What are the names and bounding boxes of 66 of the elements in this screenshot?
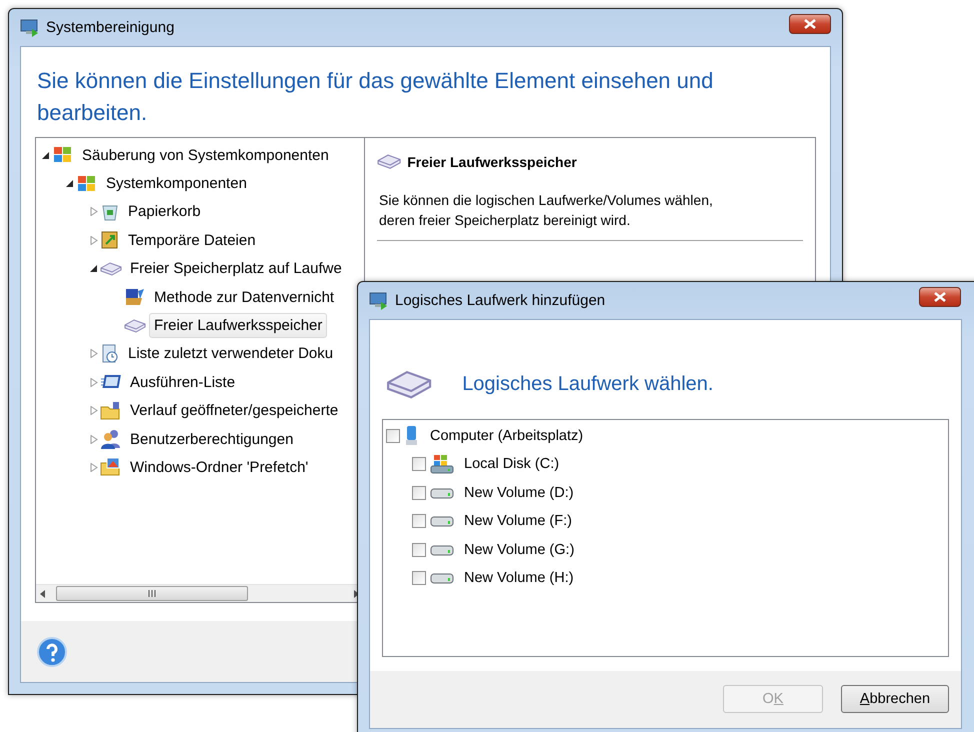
drive-label: New Volume (H:) bbox=[464, 570, 574, 586]
tree-item[interactable]: Verlauf geöffneter/gespeicherte bbox=[125, 398, 344, 424]
drive-icon bbox=[430, 515, 454, 528]
detail-title: Freier Laufwerksspeicher bbox=[407, 154, 577, 170]
drive-icon bbox=[430, 572, 454, 584]
monitor-icon bbox=[20, 18, 40, 36]
collapse-arrow-icon[interactable] bbox=[66, 179, 74, 188]
windows-flag-icon bbox=[76, 174, 98, 194]
document-clock-icon bbox=[100, 344, 120, 364]
close-button[interactable] bbox=[919, 286, 961, 306]
dialog-title: Logisches Laufwerk hinzufügen bbox=[395, 292, 606, 309]
expand-arrow-icon[interactable] bbox=[90, 434, 98, 444]
detail-description: Sie können die logischen Laufwerke/Volumes wählen, deren freier Speicherplatz bereinigt wird. bbox=[379, 191, 714, 230]
scroll-left-icon[interactable] bbox=[40, 590, 46, 598]
window-title: Systembereinigung bbox=[46, 19, 176, 36]
collapse-arrow-icon[interactable] bbox=[90, 264, 98, 274]
expand-arrow-icon[interactable] bbox=[90, 349, 98, 358]
drive-label: New Volume (G:) bbox=[464, 542, 574, 558]
drive-label: Computer (Arbeitsplatz) bbox=[430, 428, 584, 444]
checkbox[interactable] bbox=[412, 486, 426, 500]
dialog-heading: Logisches Laufwerk wählen. bbox=[462, 372, 714, 396]
window-icon bbox=[100, 374, 122, 390]
drive-icon bbox=[124, 318, 146, 333]
collapse-arrow-icon[interactable] bbox=[42, 150, 50, 160]
folder-icon bbox=[100, 400, 122, 421]
folder-picture-icon bbox=[100, 457, 122, 478]
drive-label: Local Disk (C:) bbox=[464, 456, 560, 472]
tree-item[interactable]: Ausführen-Liste bbox=[125, 370, 240, 395]
drive-icon bbox=[100, 262, 122, 276]
checkbox[interactable] bbox=[412, 457, 426, 472]
help-icon[interactable] bbox=[37, 636, 67, 666]
expand-arrow-icon[interactable] bbox=[90, 462, 98, 472]
expand-arrow-icon[interactable] bbox=[90, 378, 98, 387]
tree-item[interactable]: Papierkorb bbox=[123, 199, 206, 224]
checkbox[interactable] bbox=[412, 571, 426, 585]
tree-item[interactable]: Säuberung von Systemkomponenten bbox=[77, 142, 334, 168]
tree-item[interactable]: Freier Speicherplatz auf Laufwe bbox=[125, 256, 347, 282]
tree-item[interactable]: Temporäre Dateien bbox=[123, 228, 261, 253]
checkbox[interactable] bbox=[412, 514, 426, 528]
tree-item[interactable]: Liste zuletzt verwendeter Doku bbox=[123, 341, 338, 366]
cancel-button[interactable]: Abbrechen bbox=[841, 685, 949, 714]
expand-arrow-icon[interactable] bbox=[90, 207, 98, 216]
monitor-icon bbox=[369, 292, 389, 310]
drive-icon bbox=[430, 544, 454, 556]
close-icon bbox=[804, 18, 816, 28]
tree-item[interactable]: Methode zur Datenvernicht bbox=[149, 284, 340, 310]
drive-label: New Volume (F:) bbox=[464, 513, 572, 530]
checkbox[interactable] bbox=[412, 542, 426, 557]
users-icon bbox=[100, 428, 122, 450]
drive-label: New Volume (D:) bbox=[464, 484, 574, 501]
drive-icon bbox=[377, 154, 402, 170]
page-heading: Sie können die Einstellungen für das gewählte Element einsehen und bearbeiten. bbox=[36, 67, 714, 127]
close-icon bbox=[934, 292, 946, 302]
drive-icon bbox=[386, 370, 432, 400]
close-button[interactable] bbox=[789, 14, 831, 34]
tree-item[interactable]: Systemkomponenten bbox=[101, 171, 252, 196]
computer-icon bbox=[404, 425, 420, 448]
grip-icon bbox=[147, 590, 157, 597]
tree-item[interactable]: Benutzerberechtigungen bbox=[125, 426, 298, 452]
drive-icon bbox=[430, 486, 454, 499]
tree-item[interactable]: Freier Laufwerksspeicher bbox=[149, 313, 328, 338]
expand-arrow-icon[interactable] bbox=[90, 406, 98, 416]
tree-item[interactable]: Windows-Ordner 'Prefetch' bbox=[125, 454, 314, 480]
expand-arrow-icon[interactable] bbox=[90, 236, 98, 245]
system-drive-icon bbox=[430, 454, 454, 474]
checkbox[interactable] bbox=[386, 429, 400, 444]
